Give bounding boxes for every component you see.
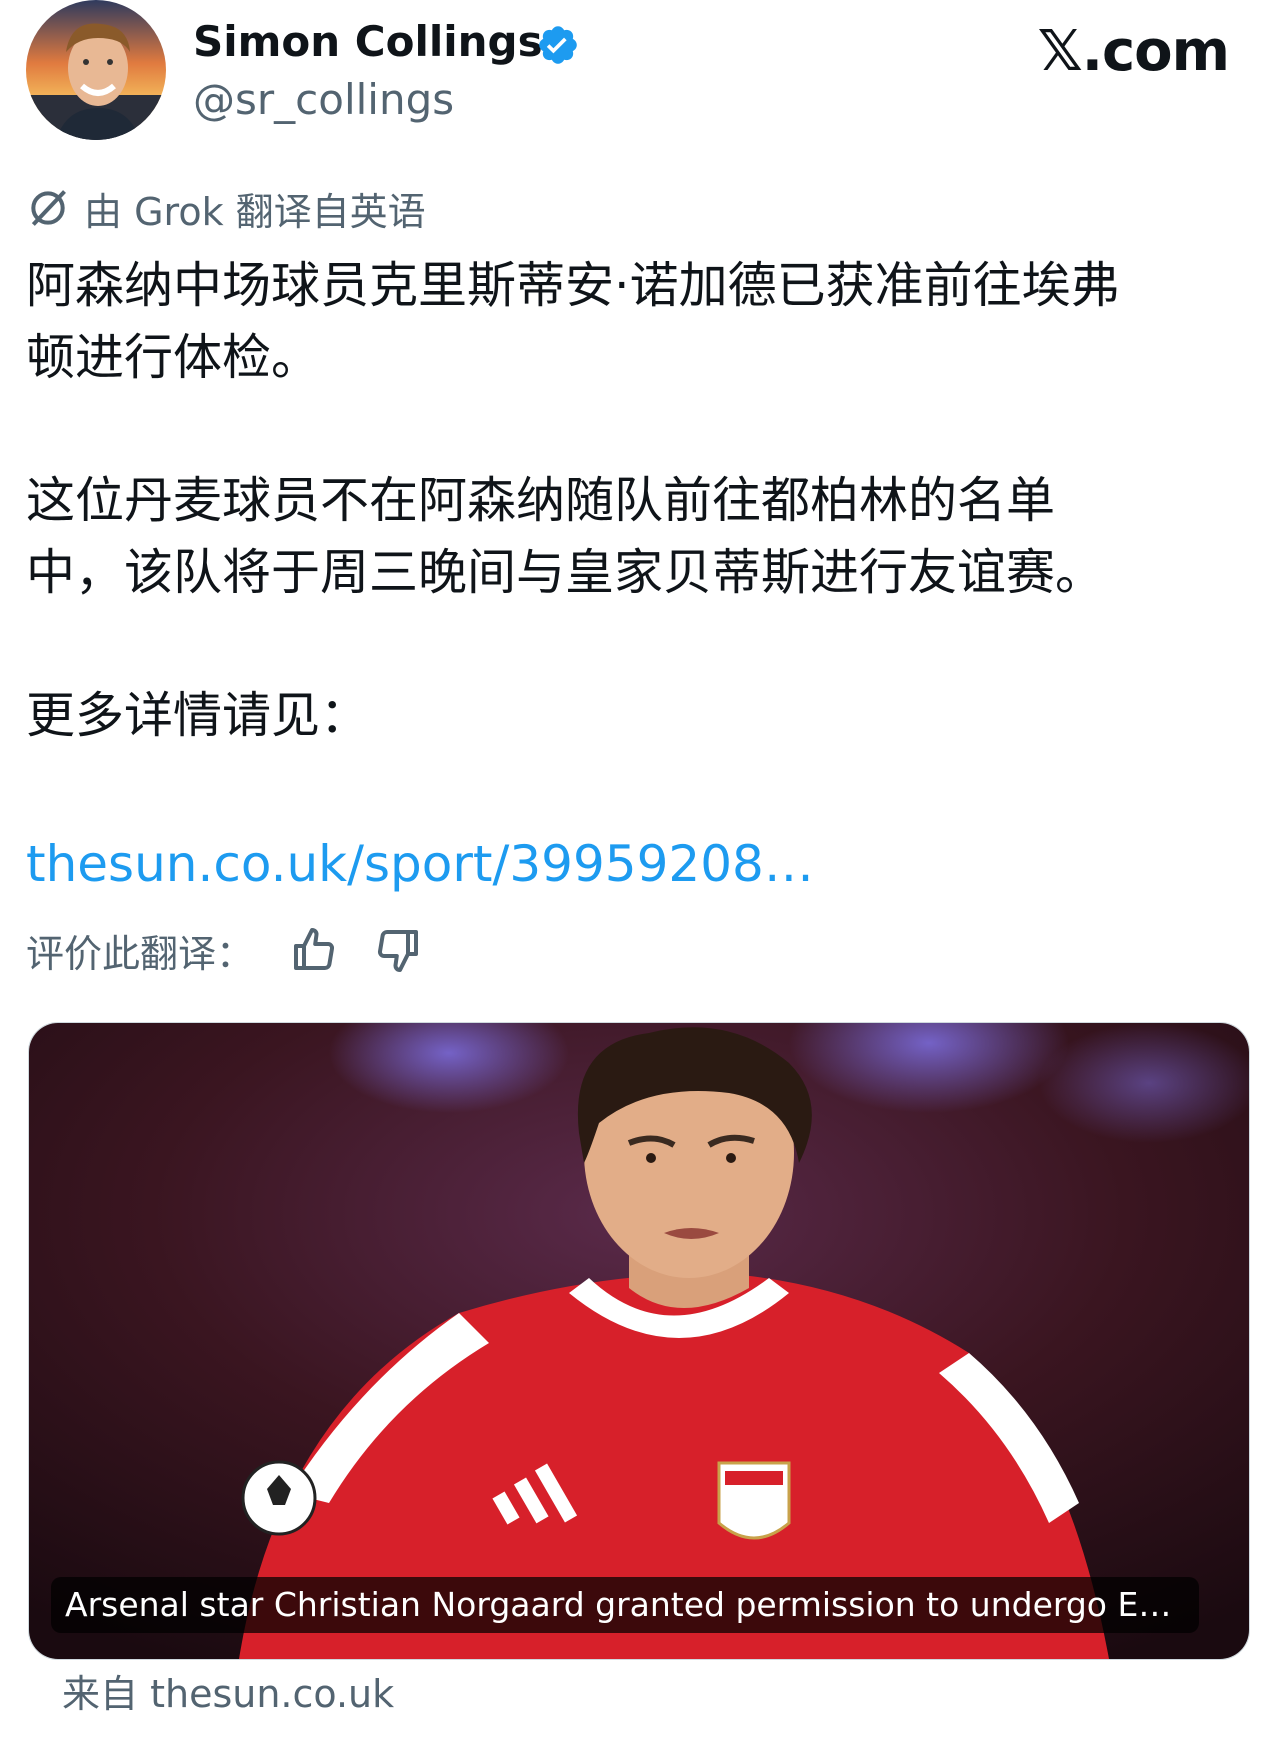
rate-translation-label: 评价此翻译： bbox=[26, 931, 255, 976]
verified-badge-icon bbox=[539, 26, 577, 64]
link-card-headline: Arsenal star Christian Norgaard granted … bbox=[51, 1577, 1199, 1633]
thumbs-down-icon[interactable] bbox=[374, 926, 422, 974]
translation-note: 由 Grok 翻译自英语 bbox=[84, 189, 426, 234]
translation-note-row: 由 Grok 翻译自英语 bbox=[26, 184, 426, 234]
display-name[interactable]: Simon Collings bbox=[193, 16, 543, 68]
tweet-paragraph-2: 这位丹麦球员不在阿森纳随队前往都柏林的名单 中，该队将于周三晚间与皇家贝蒂斯进行… bbox=[26, 472, 1105, 601]
tweet-paragraph-3: 更多详情请见： bbox=[26, 687, 370, 744]
avatar[interactable] bbox=[26, 0, 166, 140]
link-card-source[interactable]: 来自 thesun.co.uk bbox=[62, 1670, 394, 1718]
rate-translation-row: 评价此翻译： bbox=[26, 922, 422, 978]
site-watermark: 𝕏.com bbox=[1037, 19, 1230, 84]
link-preview-card[interactable]: Arsenal star Christian Norgaard granted … bbox=[28, 1022, 1250, 1660]
user-handle[interactable]: @sr_collings bbox=[193, 74, 454, 126]
grok-icon bbox=[31, 190, 66, 226]
tweet-paragraph-1: 阿森纳中场球员克里斯蒂安·诺加德已获准前往埃弗 顿进行体检。 bbox=[26, 257, 1120, 386]
article-photo bbox=[29, 1023, 1249, 1659]
article-link[interactable]: thesun.co.uk/sport/39959208… bbox=[26, 832, 814, 896]
thumbs-up-icon[interactable] bbox=[290, 926, 338, 974]
